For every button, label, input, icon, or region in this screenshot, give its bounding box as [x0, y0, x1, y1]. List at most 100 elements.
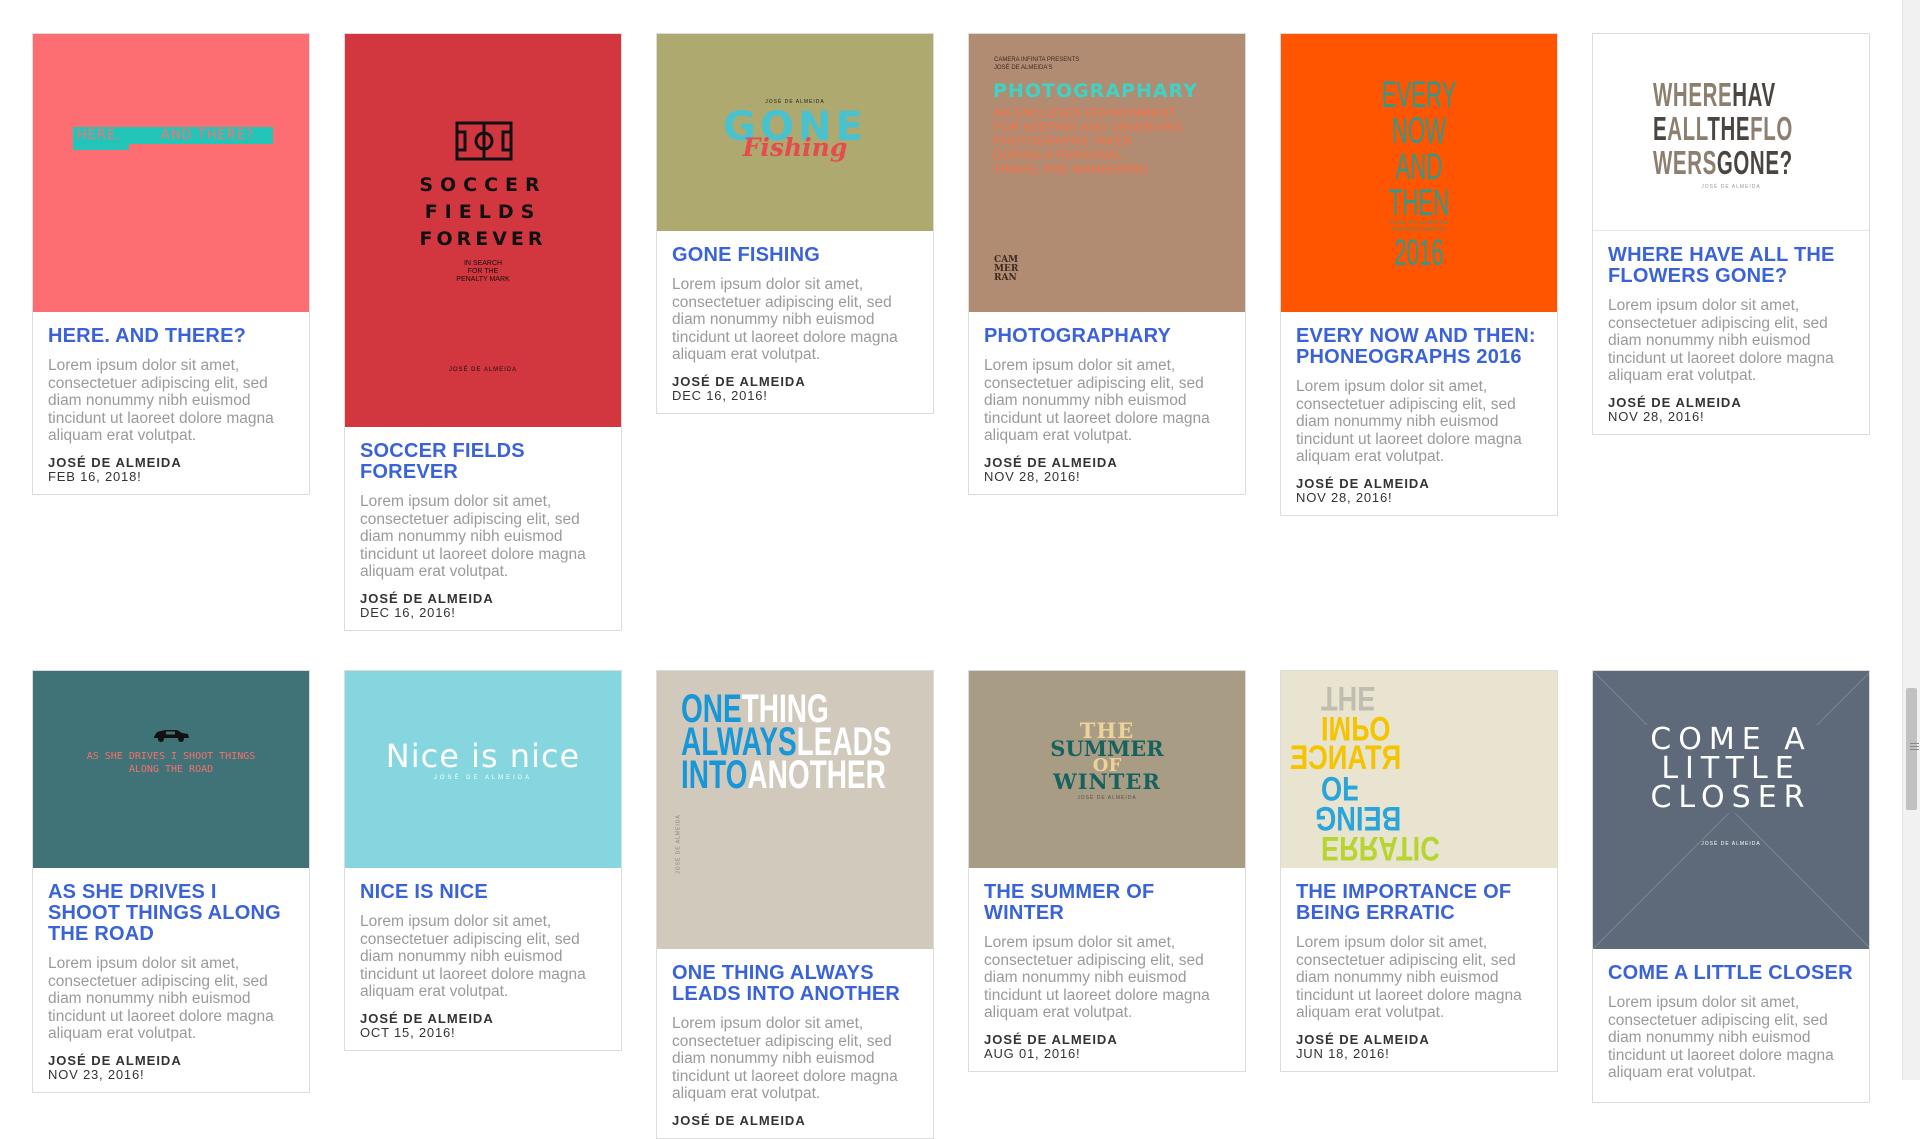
cover-bar-accent	[73, 144, 129, 150]
cover-text: NOW	[1391, 110, 1447, 151]
post-author[interactable]: JOSÉ DE ALMEIDA	[1296, 1032, 1542, 1047]
post-excerpt: Lorem ipsum dolor sit amet, consectetuer…	[984, 934, 1210, 1021]
post-date: NOV 28, 2016!	[1608, 408, 1705, 424]
post-date: JUN 18, 2016!	[1296, 1045, 1390, 1061]
post-excerpt: Lorem ipsum dolor sit amet, consectetuer…	[672, 276, 898, 363]
post-date: NOV 23, 2016!	[48, 1066, 145, 1082]
cover-word: HAV	[1732, 76, 1776, 113]
vertical-scrollbar[interactable]	[1902, 0, 1920, 1080]
post-title[interactable]: HERE. AND THERE?	[48, 326, 294, 347]
post-cover-image[interactable]: CAMERA INFINITA PRESENTS JOSÉ DE ALMEIDA…	[969, 34, 1245, 312]
post-author[interactable]: JOSÉ DE ALMEIDA	[984, 455, 1230, 470]
post-author[interactable]: JOSÉ DE ALMEIDA	[1296, 476, 1542, 491]
post-excerpt: Lorem ipsum dolor sit amet, consectetuer…	[360, 913, 586, 1000]
post-title[interactable]: GONE FISHING	[672, 245, 918, 266]
post-card[interactable]: HERE. AND THERE? HERE. AND THERE? Lorem …	[32, 33, 310, 495]
post-title[interactable]: WHERE HAVE ALL THE FLOWERS GONE?	[1608, 245, 1854, 287]
post-cover-image[interactable]: HERE. AND THERE?	[33, 34, 309, 312]
cover-text: HERE.	[77, 128, 122, 143]
cover-text: AS SHE DRIVES I SHOOT THINGS	[86, 751, 256, 762]
cover-text: 2016	[1394, 232, 1444, 273]
post-card[interactable]: AS SHE DRIVES I SHOOT THINGS ALONG THE R…	[32, 670, 310, 1093]
cover-typography: WHEREHAV EALLTHEFLO WERSGONE?	[1653, 78, 1869, 180]
cover-word: ANOTHER	[747, 753, 886, 797]
cover-text: WINTER	[1053, 769, 1161, 794]
cover-word: GONE?	[1716, 144, 1793, 181]
post-cover-image[interactable]: JOSÉ DE ALMEIDA GONE Fishing	[657, 34, 933, 231]
post-author[interactable]: JOSÉ DE ALMEIDA	[48, 1053, 294, 1068]
post-cover-image[interactable]: THE IMPO RTANCE OF BEING ERRATIC	[1281, 671, 1557, 868]
post-author[interactable]: JOSÉ DE ALMEIDA	[984, 1032, 1230, 1047]
cover-subtext: JOSÉ DE ALMEIDA	[433, 775, 533, 781]
post-cover-image[interactable]: SOCCER FIELDS FOREVER IN SEARCH FOR THE …	[345, 34, 621, 427]
post-excerpt: Lorem ipsum dolor sit amet, consectetuer…	[672, 1015, 898, 1102]
cover-typography: ONETHING ALWAYSLEADS INTOANOTHER	[681, 689, 933, 795]
post-card[interactable]: EVERY NOW AND THEN JOSÉ DE ALMEIDA PHONE…	[1280, 33, 1558, 516]
post-card[interactable]: THE SUMMER OF WINTER JOSÉ DE ALMEIDA THE…	[968, 670, 1246, 1072]
cover-text: FOR KEEPING AND OBSERVING	[994, 122, 1184, 134]
post-card[interactable]: SOCCER FIELDS FOREVER IN SEARCH FOR THE …	[344, 33, 622, 631]
post-cover-image[interactable]: ONETHING ALWAYSLEADS INTOANOTHER JOSÉ DE…	[657, 671, 933, 949]
post-cover-image[interactable]: Nice is nice JOSÉ DE ALMEIDA	[345, 671, 621, 868]
post-title[interactable]: NICE IS NICE	[360, 882, 606, 903]
cover-text: AN ENCLOSED ENVIRONMENT	[994, 108, 1177, 120]
post-cover-image[interactable]: WHEREHAV EALLTHEFLO WERSGONE? JOSÉ DE AL…	[1593, 34, 1869, 231]
post-date: FEB 16, 2018!	[48, 468, 142, 484]
post-author[interactable]: JOSÉ DE ALMEIDA	[1608, 395, 1854, 410]
cover-text: PHOTOGRAPHS TAKEN	[994, 136, 1133, 148]
post-excerpt: Lorem ipsum dolor sit amet, consectetuer…	[1608, 297, 1834, 384]
post-title[interactable]: THE SUMMER OF WINTER	[984, 882, 1230, 924]
post-card[interactable]: WHEREHAV EALLTHEFLO WERSGONE? JOSÉ DE AL…	[1592, 33, 1870, 435]
post-card[interactable]: CAMERA INFINITA PRESENTS JOSÉ DE ALMEIDA…	[968, 33, 1246, 495]
cover-word: WHERE	[1653, 76, 1733, 113]
cover-subtext: FOR THE	[467, 268, 499, 275]
post-author[interactable]: JOSÉ DE ALMEIDA	[672, 374, 918, 389]
post-excerpt: Lorem ipsum dolor sit amet, consectetuer…	[1296, 378, 1522, 465]
cover-subtext: PENALTY MARK	[456, 276, 510, 283]
post-date: NOV 28, 2016!	[984, 468, 1081, 484]
scrollbar-grip	[1910, 743, 1919, 744]
post-title[interactable]: EVERY NOW AND THEN: PHONEOGRAPHS 2016	[1296, 326, 1542, 368]
post-title[interactable]: SOCCER FIELDS FOREVER	[360, 441, 606, 483]
post-card[interactable]: COME A LITTLE CLOSER JOSÉ DE ALMEIDA COM…	[1592, 670, 1870, 1103]
post-title[interactable]: AS SHE DRIVES I SHOOT THINGS ALONG THE R…	[48, 882, 294, 945]
post-date: DEC 16, 2016!	[672, 387, 768, 403]
post-title[interactable]: PHOTOGRAPHARY	[984, 326, 1230, 347]
post-date: DEC 16, 2016!	[360, 604, 456, 620]
cover-script-text: Fishing	[742, 133, 848, 162]
cover-word: THE	[1707, 110, 1751, 147]
post-author[interactable]: JOSÉ DE ALMEIDA	[360, 1011, 606, 1026]
post-excerpt: Lorem ipsum dolor sit amet, consectetuer…	[1296, 934, 1522, 1021]
cover-text: FIELDS	[424, 201, 542, 223]
cover-subtext: JOSÉ DE ALMEIDA'S	[994, 65, 1053, 71]
cover-text: SOCCER	[419, 174, 547, 196]
post-title[interactable]: COME A LITTLE CLOSER	[1608, 963, 1854, 984]
post-card[interactable]: THE IMPO RTANCE OF BEING ERRATIC THE IMP…	[1280, 670, 1558, 1072]
post-excerpt: Lorem ipsum dolor sit amet, consectetuer…	[360, 493, 586, 580]
soccer-field-icon	[455, 121, 513, 161]
post-title[interactable]: THE IMPORTANCE OF BEING ERRATIC	[1296, 882, 1542, 924]
cover-text: TRAVEL AND WANDERING	[994, 164, 1149, 176]
post-cover-image[interactable]: COME A LITTLE CLOSER JOSÉ DE ALMEIDA	[1593, 671, 1869, 949]
post-card[interactable]: ONETHING ALWAYSLEADS INTOANOTHER JOSÉ DE…	[656, 670, 934, 1139]
cover-word: ERRATIC	[1321, 829, 1440, 867]
cover-subtext: JOSÉ DE ALMEIDA	[1701, 841, 1761, 847]
post-excerpt: Lorem ipsum dolor sit amet, consectetuer…	[48, 357, 274, 444]
post-cover-image[interactable]: AS SHE DRIVES I SHOOT THINGS ALONG THE R…	[33, 671, 309, 868]
cover-text: THEN	[1388, 182, 1450, 223]
cover-text: ALONG THE ROAD	[128, 764, 214, 775]
cover-subtext: JOSÉ DE ALMEIDA	[1701, 184, 1761, 190]
post-author[interactable]: JOSÉ DE ALMEIDA	[48, 455, 294, 470]
cover-logo-text: RAN	[994, 273, 1017, 283]
post-cover-image[interactable]: EVERY NOW AND THEN JOSÉ DE ALMEIDA PHONE…	[1281, 34, 1557, 312]
cover-subtext: JOSÉ DE ALMEIDA	[675, 814, 682, 874]
post-cover-image[interactable]: THE SUMMER OF WINTER JOSÉ DE ALMEIDA	[969, 671, 1245, 868]
post-title[interactable]: ONE THING ALWAYS LEADS INTO ANOTHER	[672, 963, 918, 1005]
cover-subtext: JOSÉ DE ALMEIDA	[1389, 220, 1449, 226]
cover-word: FLO	[1750, 110, 1793, 147]
post-author[interactable]: JOSÉ DE ALMEIDA	[360, 591, 606, 606]
scrollbar-thumb[interactable]	[1906, 688, 1919, 810]
post-card[interactable]: JOSÉ DE ALMEIDA GONE Fishing GONE FISHIN…	[656, 33, 934, 414]
post-card[interactable]: Nice is nice JOSÉ DE ALMEIDA NICE IS NIC…	[344, 670, 622, 1051]
post-author[interactable]: JOSÉ DE ALMEIDA	[672, 1113, 918, 1128]
